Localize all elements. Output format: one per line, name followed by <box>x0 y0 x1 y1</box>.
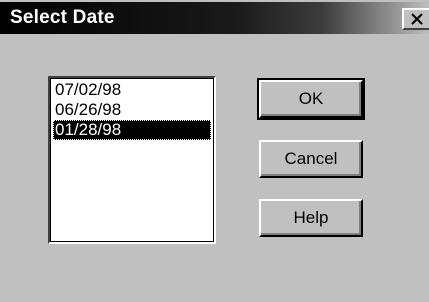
window-title: Select Date <box>10 7 115 28</box>
list-item-date-0[interactable]: 07/02/98 <box>53 80 211 100</box>
cancel-button[interactable]: Cancel <box>259 140 363 178</box>
list-item-date-2[interactable]: 01/28/98 <box>53 120 211 140</box>
list-item-date-1[interactable]: 06/26/98 <box>53 100 211 120</box>
help-button[interactable]: Help <box>259 199 363 237</box>
title-bar[interactable]: Select Date <box>0 2 429 34</box>
date-listbox[interactable]: 07/02/98 06/26/98 01/28/98 <box>48 76 216 244</box>
close-button[interactable] <box>402 8 429 30</box>
ok-button[interactable]: OK <box>257 78 365 120</box>
select-date-dialog: Select Date 07/02/98 06/26/98 01/28/98 O… <box>0 0 429 302</box>
close-icon <box>411 13 423 25</box>
